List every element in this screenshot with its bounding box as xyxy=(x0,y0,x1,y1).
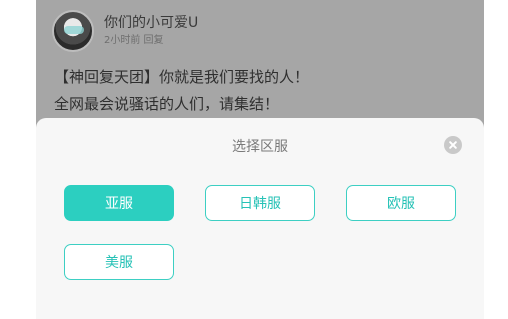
post-time: 2小时前 回复 xyxy=(104,35,164,46)
close-icon[interactable] xyxy=(444,136,462,154)
server-option-asia[interactable]: 亚服 xyxy=(64,185,174,221)
user-meta: 你们的小可爱U 2小时前 回复 xyxy=(104,14,198,48)
post-body: 【神回复天团】你就是我们要找的人！ 全网最会说骚话的人们，请集结！ xyxy=(54,64,474,118)
username[interactable]: 你们的小可爱U xyxy=(104,14,198,32)
post-line: 全网最会说骚话的人们，请集结！ xyxy=(54,95,280,113)
post-line: 【神回复天团】你就是我们要找的人！ xyxy=(54,68,310,86)
server-option-america[interactable]: 美服 xyxy=(64,244,174,280)
post-header: 你们的小可爱U 2小时前 回复 xyxy=(52,10,198,52)
server-option-japan-korea[interactable]: 日韩服 xyxy=(205,185,315,221)
server-select-sheet: 选择区服 亚服 日韩服 欧服 美服 xyxy=(36,118,484,319)
sheet-title: 选择区服 xyxy=(232,139,288,155)
server-option-europe[interactable]: 欧服 xyxy=(346,185,456,221)
avatar[interactable] xyxy=(52,10,94,52)
screen: 你们的小可爱U 2小时前 回复 【神回复天团】你就是我们要找的人！ 全网最会说骚… xyxy=(0,0,508,319)
